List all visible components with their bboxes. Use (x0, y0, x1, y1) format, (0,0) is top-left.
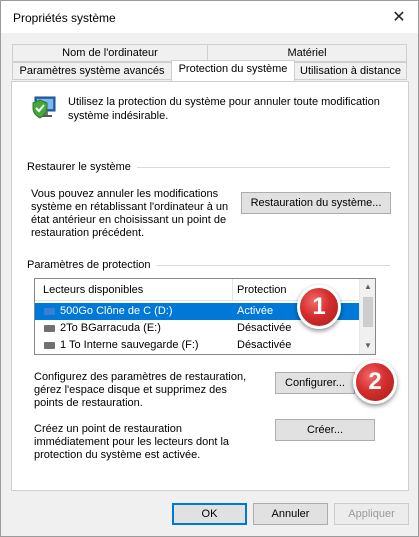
protection-status: Désactivée (237, 339, 292, 351)
callout-badge-1: 1 (297, 285, 341, 329)
tab-advanced-system-settings[interactable]: Paramètres système avancés (12, 62, 172, 80)
title-bar: Propriétés système ✕ (1, 1, 418, 33)
drive-name: 500Go Clône de C (D:) (60, 305, 173, 317)
system-protection-shield-icon (32, 93, 58, 121)
protection-status: Désactivée (237, 322, 292, 334)
column-protection[interactable]: Protection (237, 284, 287, 296)
system-properties-dialog: Propriétés système ✕ Nom de l'ordinateur… (0, 0, 419, 537)
drive-name: 2To BGarracuda (E:) (60, 322, 161, 334)
drive-name: 1 To Interne sauvegarde (F:) (60, 339, 199, 351)
restore-description: Vous pouvez annuler les modifications sy… (31, 188, 229, 239)
close-icon[interactable]: ✕ (388, 7, 410, 27)
column-available-drives[interactable]: Lecteurs disponibles (43, 284, 143, 296)
intro-text: Utilisez la protection du système pour a… (68, 96, 380, 122)
configure-description: Configurez des paramètres de restauratio… (34, 371, 247, 409)
restore-group-label: Restaurer le système (27, 161, 137, 173)
scroll-up-icon[interactable]: ▲ (360, 279, 375, 295)
drive-icon (44, 342, 55, 349)
drive-icon (44, 308, 55, 315)
tab-remote-usage[interactable]: Utilisation à distance (294, 62, 407, 80)
window-title: Propriétés système (13, 11, 116, 25)
create-button[interactable]: Créer... (275, 419, 375, 441)
configure-button[interactable]: Configurer... (275, 372, 355, 394)
system-restore-button[interactable]: Restauration du système... (241, 192, 391, 214)
protection-status: Activée (237, 305, 274, 317)
cancel-button[interactable]: Annuler (253, 503, 328, 525)
table-row[interactable]: 1 To Interne sauvegarde (F:) Désactivée (35, 337, 360, 354)
list-scrollbar[interactable]: ▲ ▼ (359, 279, 375, 354)
drive-icon (44, 325, 55, 332)
scroll-thumb[interactable] (363, 297, 373, 327)
create-description: Créez un point de restauration immédiate… (34, 423, 230, 461)
apply-button: Appliquer (334, 503, 409, 525)
column-separator (232, 279, 233, 301)
tab-system-protection[interactable]: Protection du système (171, 60, 295, 82)
callout-badge-2: 2 (353, 360, 397, 404)
ok-button[interactable]: OK (172, 503, 247, 525)
protection-group-label: Paramètres de protection (27, 259, 157, 271)
scroll-down-icon[interactable]: ▼ (360, 338, 375, 354)
